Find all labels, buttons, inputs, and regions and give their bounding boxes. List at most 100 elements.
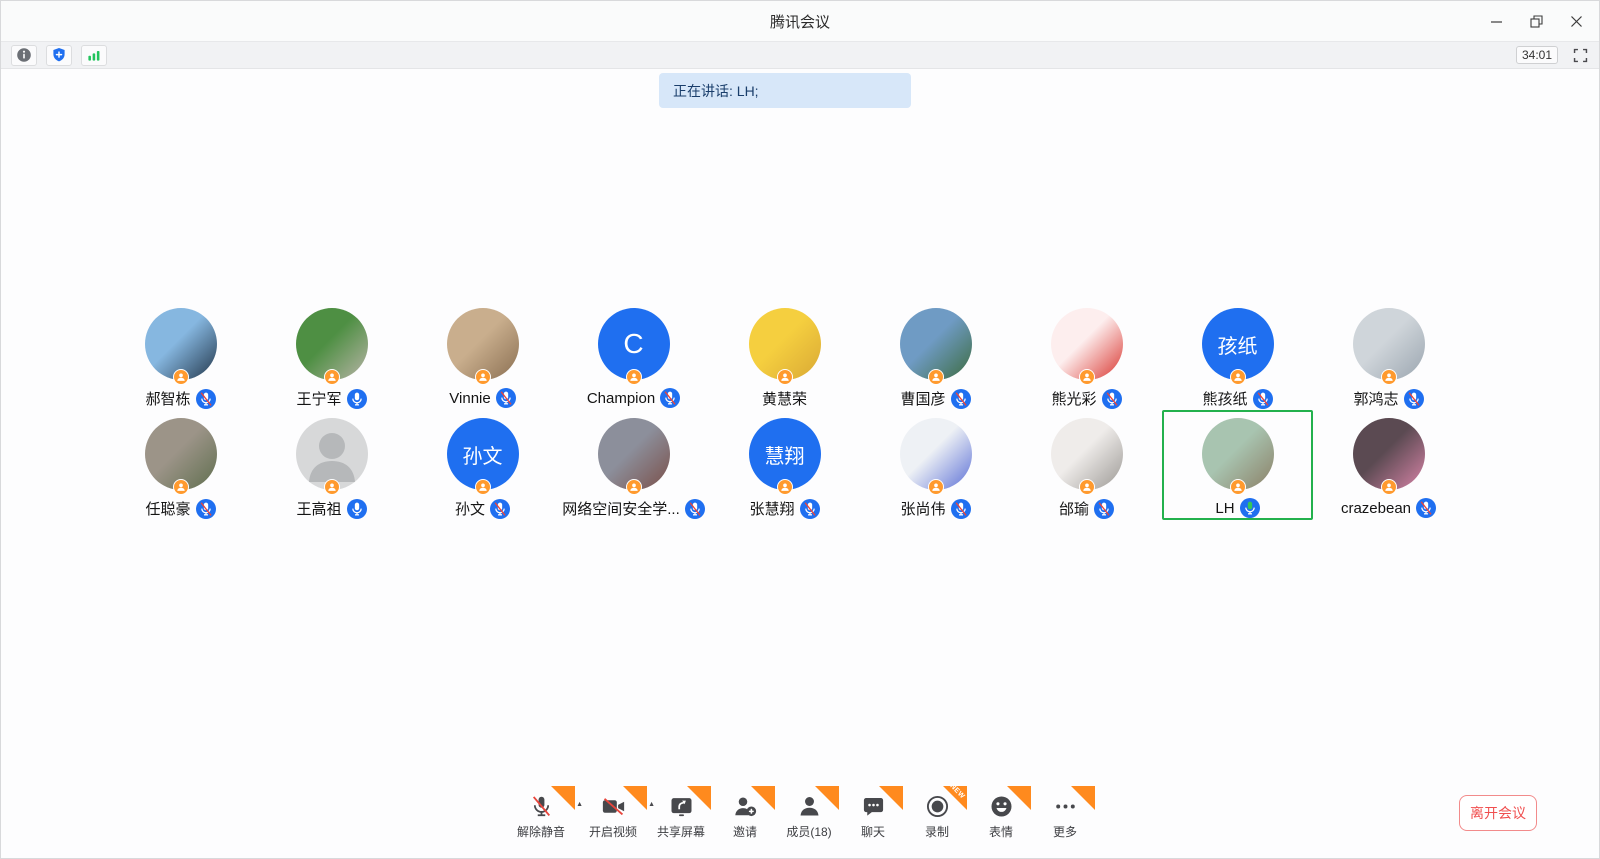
participant-tile[interactable]: 熊光彩 — [1011, 300, 1162, 410]
minimize-icon — [1490, 15, 1503, 28]
toolbar-item-label: 共享屏幕 — [657, 823, 705, 840]
host-badge-icon — [475, 479, 491, 495]
participant-tile[interactable]: 慧翔 张慧翔 — [709, 410, 860, 520]
close-button[interactable] — [1561, 6, 1591, 36]
toolbar-items: 解除静音 ▲ 开启视频 ▲ 共享屏幕 ▲ 邀请 ▲ 成员(1 — [505, 793, 1097, 840]
participant-tile[interactable]: 邰瑜 — [1011, 410, 1162, 520]
security-button[interactable] — [46, 45, 72, 66]
mic-muted-icon — [496, 388, 516, 408]
fullscreen-button[interactable] — [1572, 47, 1589, 64]
mic-muted-icon — [196, 389, 216, 409]
host-badge-icon — [626, 479, 642, 495]
mic-muted-icon — [800, 499, 820, 519]
participant-tile[interactable]: 孩纸 熊孩纸 — [1162, 300, 1313, 410]
participant-tile[interactable]: 郝智栋 — [105, 300, 256, 410]
bottom-toolbar: 解除静音 ▲ 开启视频 ▲ 共享屏幕 ▲ 邀请 ▲ 成员(1 — [1, 784, 1600, 858]
participant-tile[interactable]: 网络空间安全学... — [558, 410, 709, 520]
host-badge-icon — [1079, 369, 1095, 385]
toolbar-item-unmute[interactable]: 解除静音 ▲ — [505, 793, 577, 840]
toolbar-item-invite[interactable]: 邀请 ▲ — [713, 793, 777, 840]
mic-muted-icon — [490, 499, 510, 519]
leave-meeting-button[interactable]: 离开会议 — [1459, 795, 1537, 831]
host-badge-icon — [777, 479, 793, 495]
topbar-right: 34:01 — [1516, 46, 1589, 64]
mic-muted-icon — [660, 388, 680, 408]
toolbar-item-label: 邀请 — [733, 823, 757, 840]
participant-tile[interactable]: 张尚伟 — [860, 410, 1011, 520]
host-badge-icon — [324, 369, 340, 385]
mic-off-icon — [528, 793, 554, 819]
toolbar-item-label: 录制 — [925, 823, 949, 840]
participant-tile[interactable]: 黄慧荣 — [709, 300, 860, 410]
toolbar-item-chat[interactable]: 聊天 ▲ — [841, 793, 905, 840]
toolbar-item-record[interactable]: NEW 录制 ▲ — [905, 793, 969, 840]
toolbar-item-emoji[interactable]: 表情 ▲ — [969, 793, 1033, 840]
participant-name: LH — [1215, 500, 1234, 517]
participant-tile[interactable]: 任聪豪 — [105, 410, 256, 520]
meeting-info-button[interactable] — [11, 45, 37, 66]
participant-tile[interactable]: 王高祖 — [256, 410, 407, 520]
participant-name: 网络空间安全学... — [562, 498, 680, 519]
participant-tile[interactable]: 曹国彦 — [860, 300, 1011, 410]
host-badge-icon — [324, 479, 340, 495]
host-badge-icon — [626, 369, 642, 385]
participant-tile[interactable]: 郭鸿志 — [1313, 300, 1464, 410]
host-badge-icon — [1230, 479, 1246, 495]
toolbar-item-label: 表情 — [989, 823, 1013, 840]
host-badge-icon — [1079, 479, 1095, 495]
toolbar-item-label: 开启视频 — [589, 823, 637, 840]
participant-tile[interactable]: 王宁军 — [256, 300, 407, 410]
mic-muted-icon — [1094, 499, 1114, 519]
participant-name: 邰瑜 — [1059, 498, 1089, 519]
security-shield-icon — [51, 47, 67, 63]
close-icon — [1570, 15, 1583, 28]
toolbar-item-start-video[interactable]: 开启视频 ▲ — [577, 793, 649, 840]
restore-button[interactable] — [1521, 6, 1551, 36]
participant-tile[interactable]: Vinnie — [407, 300, 558, 410]
mic-muted-icon — [951, 499, 971, 519]
toolbar-item-label: 聊天 — [861, 823, 885, 840]
mic-muted-icon — [685, 499, 705, 519]
participant-tile[interactable]: crazebean — [1313, 410, 1464, 520]
participant-name: 孙文 — [455, 498, 485, 519]
participant-grid: 郝智栋 王宁军 Vi — [105, 300, 1464, 520]
network-quality-button[interactable] — [81, 45, 107, 66]
toolbar-item-label: 成员(18) — [786, 823, 831, 840]
more-icon — [1052, 793, 1078, 819]
participant-name: 王高祖 — [296, 498, 341, 519]
participant-name: Vinnie — [449, 390, 490, 407]
participant-tile-active-speaker[interactable]: LH — [1162, 410, 1313, 520]
toolbar-item-more[interactable]: 更多 ▲ — [1033, 793, 1097, 840]
toolbar-item-label: 解除静音 — [517, 823, 565, 840]
record-icon — [924, 793, 950, 819]
mic-muted-icon — [1253, 389, 1273, 409]
camera-off-icon — [600, 793, 626, 819]
participant-tile[interactable]: C Champion — [558, 300, 709, 410]
window-title: 腾讯会议 — [770, 11, 830, 32]
host-badge-icon — [1381, 369, 1397, 385]
participant-name: 曹国彦 — [900, 388, 945, 409]
participant-name: Champion — [587, 390, 655, 407]
host-badge-icon — [777, 369, 793, 385]
host-badge-icon — [173, 479, 189, 495]
share-screen-icon — [668, 793, 694, 819]
toolbar-item-members[interactable]: 成员(18) ▲ — [777, 793, 841, 840]
mic-muted-icon — [196, 499, 216, 519]
participant-tile[interactable]: 孙文 孙文 — [407, 410, 558, 520]
participant-name: 熊光彩 — [1051, 388, 1096, 409]
host-badge-icon — [928, 369, 944, 385]
host-badge-icon — [928, 479, 944, 495]
participant-name: 郝智栋 — [145, 388, 190, 409]
participant-name: 张慧翔 — [749, 498, 794, 519]
toolbar-item-share-screen[interactable]: 共享屏幕 ▲ — [649, 793, 713, 840]
minimize-button[interactable] — [1481, 6, 1511, 36]
fullscreen-icon — [1572, 47, 1589, 64]
participant-name: 黄慧荣 — [762, 388, 807, 409]
participant-name: 熊孩纸 — [1202, 388, 1247, 409]
emoji-icon — [988, 793, 1014, 819]
chat-icon — [860, 793, 886, 819]
mic-on-icon — [347, 389, 367, 409]
toolbar-item-label: 更多 — [1053, 823, 1077, 840]
meeting-timer: 34:01 — [1516, 46, 1558, 64]
participant-name: 王宁军 — [296, 388, 341, 409]
